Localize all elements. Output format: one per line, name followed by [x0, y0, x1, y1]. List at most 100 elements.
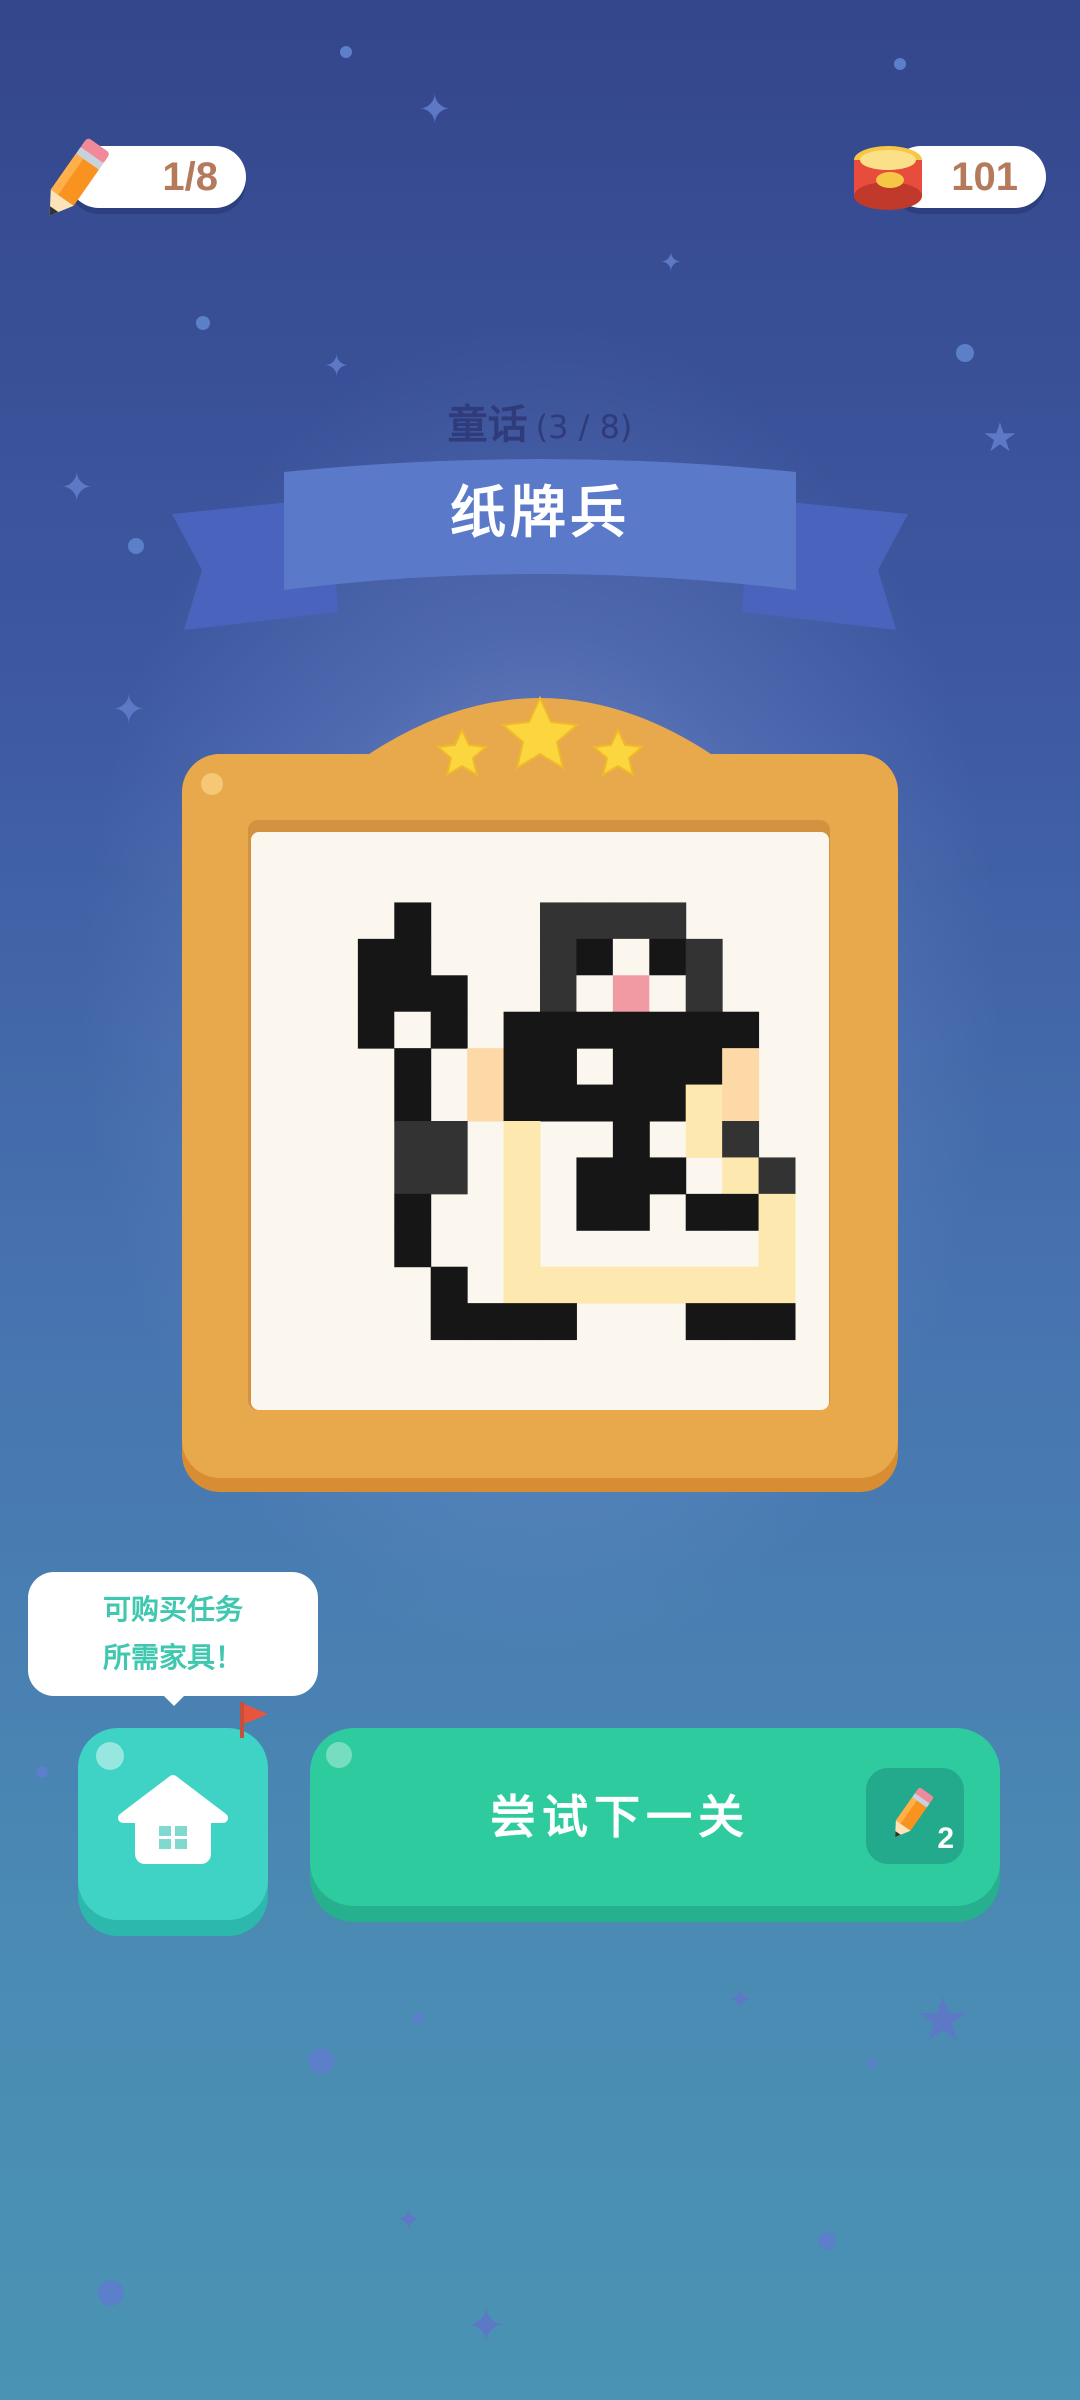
- pixel-cell: [612, 1157, 650, 1195]
- pixel-cell: [540, 975, 577, 1013]
- pixel-cell: [576, 1193, 614, 1231]
- pixel-cell: [758, 1230, 796, 1268]
- pixel-cell: [612, 1193, 650, 1231]
- pixel-cell: [503, 1230, 541, 1268]
- pixel-cell: [722, 1011, 760, 1049]
- pixel-cell: [394, 1230, 432, 1268]
- pixel-cell: [612, 1266, 650, 1304]
- pixel-cell: [758, 1193, 796, 1231]
- pixel-cell: [394, 938, 432, 976]
- pixel-cell: [430, 1157, 468, 1195]
- pixel-cell: [394, 1048, 432, 1086]
- sparkle-icon: ✦: [112, 687, 146, 733]
- pixel-cell: [430, 1011, 468, 1049]
- pixel-cell: [576, 938, 614, 976]
- dot-deco: [412, 2012, 424, 2024]
- dot-deco: [36, 1766, 48, 1778]
- pixel-art-card-soldier: [357, 902, 796, 1341]
- dot-deco: [196, 316, 210, 330]
- pixel-cell: [357, 975, 395, 1013]
- pixel-cell: [758, 1303, 796, 1341]
- pixel-cell: [503, 1048, 541, 1086]
- pixel-cell: [685, 1193, 723, 1231]
- level-title: 纸牌兵: [450, 481, 630, 546]
- pixel-cell: [430, 1303, 468, 1341]
- pixel-cell: [685, 1303, 723, 1341]
- star-deco-icon: ★: [916, 1985, 970, 2055]
- sparkle-icon: ✦: [728, 1983, 754, 2018]
- pixel-cell: [758, 1157, 796, 1195]
- tip-line-2: 所需家具！: [102, 1641, 243, 1674]
- pixel-cell: [467, 1084, 505, 1122]
- pixel-cell: [576, 902, 614, 940]
- pixel-cell: [540, 902, 577, 940]
- flag-icon: [240, 1702, 268, 1738]
- pencil-count-text: 1/8: [162, 154, 218, 199]
- pixel-cell: [576, 1084, 614, 1122]
- pixel-cell: [576, 1157, 614, 1195]
- pixel-cell: [540, 1011, 577, 1049]
- pixel-cell: [503, 1084, 541, 1122]
- star-icon: [500, 695, 580, 771]
- pixel-cell: [357, 938, 395, 976]
- pixel-cell: [467, 1048, 505, 1086]
- dot-deco: [340, 46, 352, 58]
- tip-bubble-tail: [160, 1692, 188, 1706]
- pixel-cell: [722, 1193, 760, 1231]
- dot-deco: [894, 58, 906, 70]
- pixel-cell: [722, 1157, 760, 1195]
- sparkle-icon: ✦: [396, 2203, 422, 2238]
- pixel-cell: [649, 1157, 687, 1195]
- try-next-level-button[interactable]: 尝试下一关 2: [310, 1728, 1000, 1906]
- dot-deco: [956, 344, 974, 362]
- pixel-cell: [394, 1121, 432, 1158]
- pixel-cell: [649, 902, 687, 940]
- pixel-cell: [685, 1011, 723, 1049]
- home-button[interactable]: [78, 1728, 268, 1920]
- pencil-icon: [895, 1787, 934, 1838]
- next-level-label: 尝试下一关: [490, 1790, 750, 1844]
- pixel-cell: [649, 938, 687, 976]
- pixel-cell: [685, 938, 723, 976]
- pixel-cell: [430, 975, 468, 1013]
- pixel-cell: [394, 902, 432, 940]
- pixel-cell: [540, 1266, 577, 1304]
- pixel-cell: [685, 975, 723, 1013]
- pixel-cell: [540, 938, 577, 976]
- pixel-cell: [394, 1084, 432, 1122]
- pixel-cell: [722, 1048, 760, 1086]
- tip-line-1: 可购买任务: [102, 1593, 243, 1626]
- sparkle-icon: ✦: [466, 2298, 507, 2354]
- pixel-cell: [612, 902, 650, 940]
- pixel-cell: [722, 1266, 760, 1304]
- pixel-cell: [612, 1011, 650, 1049]
- pixel-cell: [649, 1084, 687, 1122]
- pixel-cell: [722, 1303, 760, 1341]
- pixel-cell: [685, 1048, 723, 1086]
- pixel-cell: [540, 1303, 577, 1341]
- pixel-cell: [503, 1121, 541, 1158]
- pixel-cell: [394, 1157, 432, 1195]
- pixel-cell: [540, 1048, 577, 1086]
- pixel-cell: [540, 1084, 577, 1122]
- pixel-cell: [357, 1011, 395, 1049]
- pencil-icon: [49, 138, 109, 216]
- rating-stars: [435, 695, 645, 778]
- home-icon: [118, 1775, 228, 1864]
- sparkle-icon: ✦: [418, 87, 452, 133]
- pixel-cell: [649, 1266, 687, 1304]
- coin-can-icon: [854, 146, 922, 210]
- pixel-cell: [503, 1011, 541, 1049]
- star-icon: [591, 727, 645, 778]
- pixel-cell: [430, 1121, 468, 1158]
- pixel-cell: [649, 975, 687, 1013]
- pixel-cell: [649, 1048, 687, 1086]
- dot-deco: [308, 2048, 334, 2074]
- pixel-cell: [503, 1157, 541, 1195]
- pixel-cell: [649, 1011, 687, 1049]
- pixel-cell: [467, 1303, 505, 1341]
- pixel-cell: [503, 1193, 541, 1231]
- dot-deco: [818, 2232, 836, 2250]
- pixel-cell: [685, 1084, 723, 1122]
- pencil-cost-badge: 2: [866, 1768, 964, 1864]
